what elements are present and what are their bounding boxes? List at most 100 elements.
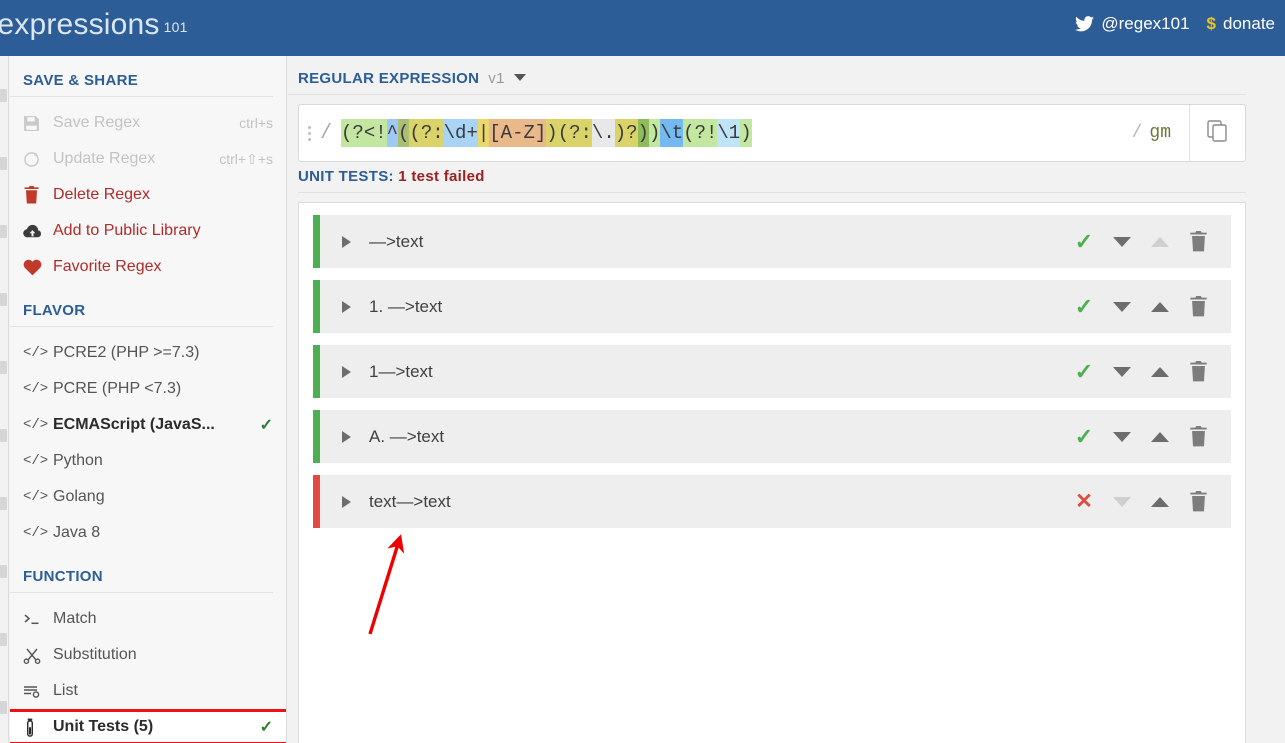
drag-handle-icon[interactable]: [308, 125, 312, 141]
move-down-button: [1103, 482, 1141, 522]
check-icon[interactable]: ✓: [1065, 287, 1103, 327]
move-down-button[interactable]: [1103, 222, 1141, 262]
sidebar-item-pcre2[interactable]: </> PCRE2 (PHP >=7.3): [10, 335, 286, 371]
sidebar-item-update-regex[interactable]: Update Regex ctrl+⇧+s: [10, 141, 286, 177]
sidebar-item-python[interactable]: </> Python: [10, 443, 286, 479]
move-up-button[interactable]: [1141, 482, 1179, 522]
triangle-right-icon[interactable]: [342, 365, 351, 378]
move-down-button[interactable]: [1103, 287, 1141, 327]
unit-test-row[interactable]: —>text ✓: [313, 215, 1231, 268]
code-tags-icon: </>: [23, 489, 49, 505]
edge-nub: [0, 565, 7, 578]
triangle-down-icon: [1113, 431, 1131, 442]
move-up-button: [1141, 222, 1179, 262]
check-icon[interactable]: ✓: [1065, 352, 1103, 392]
triangle-right-icon[interactable]: [342, 300, 351, 313]
trash-icon: [1189, 426, 1207, 447]
regex-input-prefix: /: [299, 105, 341, 161]
regex-pattern-input[interactable]: (?<! ^((?: \d+ | [A-Z]) (?: \.)?)) \t (?! \1): [341, 105, 1122, 161]
move-down-button[interactable]: [1103, 417, 1141, 457]
sidebar-item-unit-tests[interactable]: Unit Tests (5) ✓: [10, 709, 286, 743]
unit-test-row[interactable]: text—>text ✕: [313, 475, 1231, 528]
sidebar-item-label: Golang: [53, 488, 105, 505]
sidebar-item-delete-regex[interactable]: Delete Regex: [10, 177, 286, 213]
sidebar-item-golang[interactable]: </> Golang: [10, 479, 286, 515]
regex-input-bar[interactable]: / (?<! ^((?: \d+ | [A-Z]) (?: \.)?)) \t (?! \1) /…: [298, 104, 1246, 162]
move-up-button[interactable]: [1141, 417, 1179, 457]
page-left-edge-strip: [0, 56, 9, 743]
check-icon: ✓: [259, 417, 273, 434]
triangle-right-icon[interactable]: [342, 495, 351, 508]
regex-version-label[interactable]: v1: [488, 70, 504, 87]
move-down-button[interactable]: [1103, 352, 1141, 392]
unit-test-title: 1. —>text: [369, 296, 443, 316]
regex-token-2: (: [398, 119, 410, 147]
unit-test-row[interactable]: 1. —>text ✓: [313, 280, 1231, 333]
sidebar-item-shortcut: ctrl+s: [239, 115, 273, 131]
chevron-down-icon[interactable]: [513, 74, 526, 81]
sidebar-item-label: Delete Regex: [53, 186, 150, 203]
triangle-right-icon[interactable]: [342, 235, 351, 248]
regex-flags-value[interactable]: gm: [1149, 123, 1171, 143]
heart-icon: [23, 259, 53, 276]
sidebar-item-favorite-regex[interactable]: Favorite Regex: [10, 249, 286, 285]
delete-test-button[interactable]: [1179, 287, 1217, 327]
regex-token-13: \t: [660, 119, 684, 147]
regex-token-9: \.: [591, 119, 615, 147]
site-logo[interactable]: ular expressions101: [0, 8, 188, 42]
twitter-handle-link[interactable]: @regex101: [1101, 14, 1189, 34]
regex-close-delimiter: /: [1131, 123, 1143, 143]
regex-token-5: |: [477, 119, 490, 147]
regex-token-15: \1: [717, 119, 741, 147]
regex-token-1: ^: [386, 119, 399, 147]
edge-nub: [0, 361, 7, 374]
unit-test-row[interactable]: 1—>text ✓: [313, 345, 1231, 398]
delete-test-button[interactable]: [1179, 222, 1217, 262]
triangle-up-icon: [1151, 496, 1169, 507]
sidebar-item-pcre[interactable]: </> PCRE (PHP <7.3): [10, 371, 286, 407]
code-tags-icon: </>: [23, 345, 49, 361]
delete-test-button[interactable]: [1179, 482, 1217, 522]
delete-test-button[interactable]: [1179, 352, 1217, 392]
sidebar-item-match[interactable]: Match: [10, 601, 286, 637]
unit-test-row[interactable]: A. —>text ✓: [313, 410, 1231, 463]
unit-test-title: A. —>text: [369, 426, 445, 446]
code-tags-icon: </>: [23, 417, 49, 433]
unit-tests-panel: —>text ✓ 1. —>text ✓ 1—>text ✓ A. —>text ✓ text—…: [298, 202, 1246, 743]
regex-token-16: ): [740, 119, 752, 147]
delete-test-button[interactable]: [1179, 417, 1217, 457]
sidebar-item-label: ECMAScript (JavaS...: [53, 416, 215, 433]
refresh-circle-icon: [23, 151, 53, 168]
regex-flags[interactable]: / gm: [1122, 105, 1190, 161]
sidebar-item-add-to-public-library[interactable]: Add to Public Library: [10, 213, 286, 249]
sidebar-item-ecmascript[interactable]: </> ECMAScript (JavaS... ✓: [10, 407, 286, 443]
unit-test-actions: ✓: [1065, 287, 1217, 327]
sidebar-item-save-regex[interactable]: Save Regex ctrl+s: [10, 105, 286, 141]
unit-tests-status: 1 test failed: [398, 168, 485, 185]
code-tags-icon: </>: [23, 453, 49, 469]
unit-test-title: —>text: [369, 231, 424, 251]
triangle-down-icon: [1113, 236, 1131, 247]
trash-icon: [1189, 296, 1207, 317]
trash-icon: [1189, 361, 1207, 382]
unit-test-actions: ✓: [1065, 352, 1217, 392]
donate-link[interactable]: donate: [1223, 14, 1275, 34]
triangle-right-icon[interactable]: [342, 430, 351, 443]
sidebar-item-java8[interactable]: </> Java 8: [10, 515, 286, 551]
sidebar-item-label: List: [53, 682, 78, 699]
check-icon[interactable]: ✓: [1065, 417, 1103, 457]
unit-test-status-bar: [313, 475, 320, 528]
check-icon: ✓: [259, 719, 273, 736]
move-up-button[interactable]: [1141, 287, 1179, 327]
cross-icon[interactable]: ✕: [1065, 482, 1103, 522]
twitter-bird-icon[interactable]: [1075, 16, 1095, 32]
regex-token-3: (?:: [409, 119, 444, 147]
sidebar-item-substitution[interactable]: Substitution: [10, 637, 286, 673]
sidebar-item-label: Unit Tests (5): [53, 718, 154, 735]
check-icon[interactable]: ✓: [1065, 222, 1103, 262]
copy-regex-button[interactable]: [1190, 105, 1245, 161]
move-up-button[interactable]: [1141, 352, 1179, 392]
sidebar-item-list[interactable]: List: [10, 673, 286, 709]
triangle-down-icon: [1113, 301, 1131, 312]
code-tags-icon: </>: [23, 381, 49, 397]
